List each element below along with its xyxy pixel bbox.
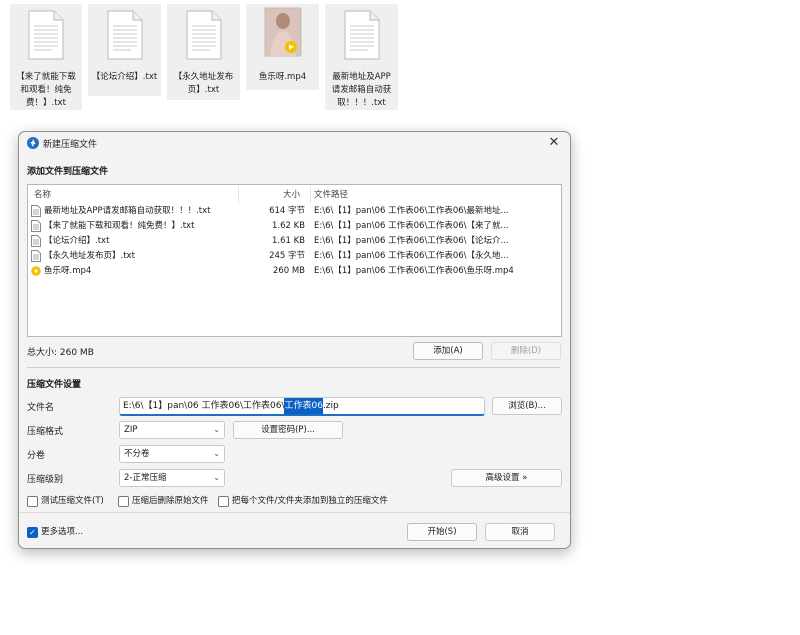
file-name: 【论坛介绍】.txt bbox=[91, 72, 158, 82]
format-value: ZIP bbox=[124, 425, 138, 435]
close-icon[interactable]: ✕ bbox=[546, 135, 562, 151]
checkbox-box[interactable] bbox=[27, 496, 38, 507]
desktop-file[interactable]: 【永久地址发布 页】.txt bbox=[167, 4, 240, 100]
test-archive-checkbox[interactable]: 测试压缩文件(T) bbox=[27, 495, 117, 507]
checkmark-icon[interactable]: ✓ bbox=[27, 527, 38, 538]
file-size: 1.61 KB bbox=[271, 236, 305, 246]
chevron-down-icon: ⌄ bbox=[213, 449, 220, 458]
file-path: E:\6\【1】pan\06 工作表06\工作表06\【永久地... bbox=[314, 251, 509, 261]
advanced-settings-button[interactable]: 高级设置 » bbox=[451, 469, 562, 487]
file-row[interactable]: 【永久地址发布页】.txt 245 字节 E:\6\【1】pan\06 工作表0… bbox=[28, 249, 561, 263]
text-file-icon bbox=[31, 250, 41, 262]
split-value: 不分卷 bbox=[124, 449, 150, 459]
delete-source-checkbox[interactable]: 压缩后删除原始文件 bbox=[118, 495, 213, 507]
desktop-file[interactable]: 【论坛介绍】.txt bbox=[88, 4, 161, 96]
start-button[interactable]: 开始(S) bbox=[407, 523, 477, 541]
cancel-button[interactable]: 取消 bbox=[485, 523, 555, 541]
column-divider[interactable] bbox=[310, 187, 311, 203]
level-label: 压缩级别 bbox=[27, 475, 64, 485]
level-select[interactable]: 2-正常压缩 ⌄ bbox=[119, 469, 225, 487]
file-row[interactable]: 【论坛介绍】.txt 1.61 KB E:\6\【1】pan\06 工作表06\… bbox=[28, 234, 561, 248]
file-name: 【永久地址发布页】.txt bbox=[44, 251, 135, 261]
video-file-icon bbox=[31, 266, 41, 276]
file-row[interactable]: 最新地址及APP请发邮箱自动获取！！！.txt 614 字节 E:\6\【1】p… bbox=[28, 204, 561, 218]
file-size: 245 字节 bbox=[269, 251, 305, 261]
chevron-down-icon: ⌄ bbox=[213, 425, 220, 434]
file-size: 614 字节 bbox=[269, 206, 305, 216]
file-name: 最新地址及APP请发邮箱自动获取！！！.txt bbox=[44, 206, 211, 216]
delete-button[interactable]: 删除(D) bbox=[491, 342, 561, 360]
text-file-icon bbox=[186, 10, 221, 60]
file-name: 【论坛介绍】.txt bbox=[44, 236, 110, 246]
file-path: E:\6\【1】pan\06 工作表06\工作表06\【论坛介... bbox=[314, 236, 509, 246]
format-label: 压缩格式 bbox=[27, 427, 64, 437]
text-file-icon bbox=[107, 10, 142, 60]
filename-label: 文件名 bbox=[27, 403, 55, 413]
file-path: E:\6\【1】pan\06 工作表06\工作表06\鱼乐呀.mp4 bbox=[314, 266, 514, 276]
total-size: 总大小: 260 MB bbox=[27, 348, 94, 358]
column-header-size[interactable]: 大小 bbox=[283, 188, 300, 202]
file-row[interactable]: 鱼乐呀.mp4 260 MB E:\6\【1】pan\06 工作表06\工作表0… bbox=[28, 264, 561, 278]
file-size: 1.62 KB bbox=[271, 221, 305, 231]
app-icon bbox=[27, 137, 39, 149]
text-file-icon bbox=[344, 10, 379, 60]
file-path: E:\6\【1】pan\06 工作表06\工作表06\【来了就... bbox=[314, 221, 509, 231]
split-select[interactable]: 不分卷 ⌄ bbox=[119, 445, 225, 463]
file-name: 【来了就能下载和观看！纯免费！】.txt bbox=[16, 72, 76, 108]
desktop-file[interactable]: 鱼乐呀.mp4 bbox=[246, 4, 319, 90]
file-name: 最新地址及APP请发邮箱自动获取！！！.txt bbox=[331, 72, 392, 108]
chevron-down-icon: ⌄ bbox=[213, 473, 220, 482]
file-name: 【永久地址发布页】.txt bbox=[173, 72, 234, 95]
add-files-section-title: 添加文件到压缩文件 bbox=[27, 167, 109, 177]
desktop-file[interactable]: 最新地址及APP 请发邮箱自动获 取！！！.txt bbox=[325, 4, 398, 110]
column-header-name[interactable]: 名称 bbox=[34, 188, 51, 202]
file-size: 260 MB bbox=[272, 266, 305, 276]
separate-archives-checkbox[interactable]: 把每个文件/文件夹添加到独立的压缩文件 bbox=[218, 495, 398, 507]
text-file-icon bbox=[28, 10, 64, 60]
split-label: 分卷 bbox=[27, 451, 46, 461]
text-file-icon bbox=[31, 235, 41, 247]
section-divider bbox=[27, 367, 560, 368]
set-password-button[interactable]: 设置密码(P)... bbox=[233, 421, 343, 439]
more-options-checkbox[interactable]: ✓ 更多选项... bbox=[27, 526, 107, 538]
column-header-path[interactable]: 文件路径 bbox=[314, 188, 348, 202]
filename-selected-text: 工作表06 bbox=[284, 398, 323, 414]
video-thumbnail-icon bbox=[264, 7, 301, 57]
checkbox-box[interactable] bbox=[218, 496, 229, 507]
browse-button[interactable]: 浏览(B)... bbox=[492, 397, 562, 415]
footer-divider bbox=[19, 512, 570, 513]
dialog-title: 新建压缩文件 bbox=[43, 140, 98, 150]
format-select[interactable]: ZIP ⌄ bbox=[119, 421, 225, 439]
filename-path-text: E:\6\【1】pan\06 工作表06\工作表06\ bbox=[123, 401, 285, 411]
desktop-file[interactable]: 【来了就能下载 和观看！纯免 费！】.txt bbox=[10, 4, 82, 110]
file-name: 鱼乐呀.mp4 bbox=[44, 266, 92, 276]
filename-extension: .zip bbox=[322, 401, 339, 411]
text-file-icon bbox=[31, 205, 41, 217]
file-name: 【来了就能下载和观看！纯免费！】.txt bbox=[44, 221, 195, 231]
text-file-icon bbox=[31, 220, 41, 232]
checkbox-box[interactable] bbox=[118, 496, 129, 507]
file-path: E:\6\【1】pan\06 工作表06\工作表06\最新地址... bbox=[314, 206, 509, 216]
file-name: 鱼乐呀.mp4 bbox=[258, 72, 307, 82]
add-button[interactable]: 添加(A) bbox=[413, 342, 483, 360]
filename-input[interactable]: E:\6\【1】pan\06 工作表06\工作表06\工作表06.zip bbox=[119, 397, 485, 416]
title-bar[interactable]: 新建压缩文件 ✕ bbox=[19, 132, 570, 154]
file-list[interactable]: 名称 大小 文件路径 最新地址及APP请发邮箱自动获取！！！.txt 614 字… bbox=[27, 184, 562, 337]
archive-settings-title: 压缩文件设置 bbox=[27, 380, 82, 390]
new-archive-dialog: 新建压缩文件 ✕ 添加文件到压缩文件 名称 大小 文件路径 最新地址及APP请发… bbox=[18, 131, 571, 549]
level-value: 2-正常压缩 bbox=[124, 473, 167, 483]
file-row[interactable]: 【来了就能下载和观看！纯免费！】.txt 1.62 KB E:\6\【1】pan… bbox=[28, 219, 561, 233]
column-divider[interactable] bbox=[238, 187, 239, 203]
